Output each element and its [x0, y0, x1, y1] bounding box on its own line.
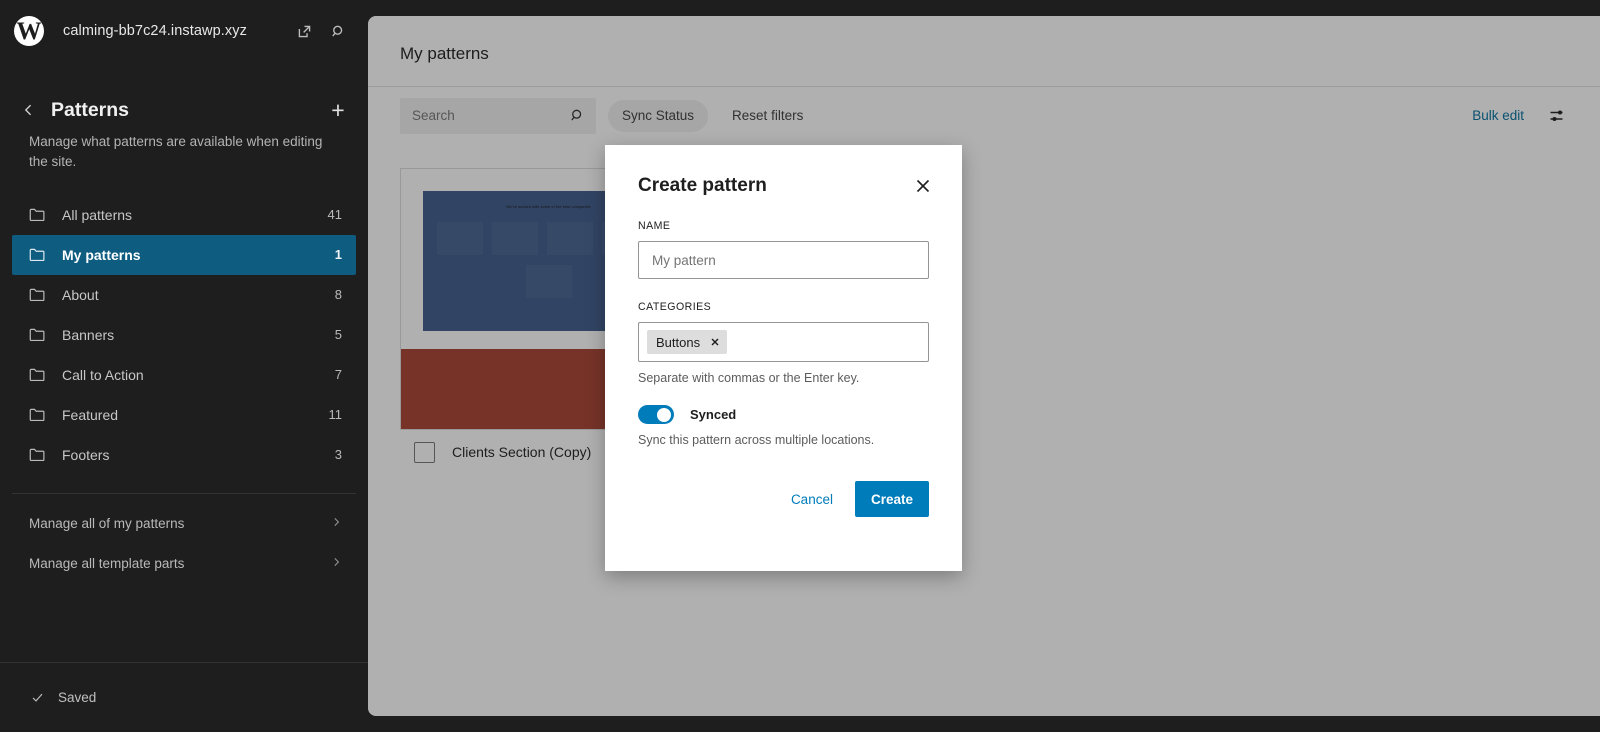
page-title: Patterns: [51, 98, 130, 121]
sidebar-item-count: 5: [334, 327, 342, 342]
back-chevron-icon[interactable]: [14, 95, 44, 125]
dialog-actions: Cancel Create: [605, 447, 962, 517]
sidebar-item-label: Featured: [62, 406, 119, 423]
folder-icon: [29, 367, 46, 382]
sidebar-item-about[interactable]: About 8: [12, 275, 356, 315]
manage-all-my-patterns-link[interactable]: Manage all of my patterns: [12, 504, 356, 544]
saved-label: Saved: [58, 690, 97, 705]
sidebar: W calming-bb7c24.instawp.xyz Patterns + …: [0, 0, 368, 732]
sidebar-item-count: 41: [327, 207, 342, 222]
sidebar-item-featured[interactable]: Featured 11: [12, 395, 356, 435]
pattern-name-input[interactable]: My pattern: [638, 241, 929, 279]
sidebar-item-count: 11: [328, 407, 343, 422]
categories-help-text: Separate with commas or the Enter key.: [638, 371, 860, 385]
sidebar-item-count: 3: [334, 447, 342, 462]
folder-icon: [29, 447, 46, 462]
create-button[interactable]: Create: [854, 481, 929, 517]
panel-title-row: Patterns +: [0, 62, 368, 124]
check-icon: [30, 690, 45, 705]
manage-item-label: Manage all template parts: [29, 556, 185, 571]
pattern-category-list: All patterns 41 My patterns 1 About 8 Ba…: [0, 195, 368, 475]
close-icon[interactable]: [908, 171, 938, 201]
folder-icon: [29, 407, 46, 422]
sidebar-item-footers[interactable]: Footers 3: [12, 435, 356, 475]
manage-all-template-parts-link[interactable]: Manage all template parts: [12, 544, 356, 584]
wordpress-logo-icon: W: [14, 16, 44, 46]
folder-icon: [29, 287, 46, 302]
synced-toggle-label: Synced: [690, 407, 737, 422]
folder-icon: [29, 247, 46, 262]
search-icon[interactable]: [324, 17, 352, 45]
toggle-knob: [657, 407, 671, 422]
remove-category-icon[interactable]: [709, 336, 721, 348]
folder-icon: [29, 327, 46, 342]
categories-field-label: CATEGORIES: [638, 301, 712, 313]
sidebar-item-my-patterns[interactable]: My patterns 1: [12, 234, 356, 275]
external-link-icon[interactable]: [290, 17, 318, 45]
create-pattern-dialog: Create pattern NAME My pattern CATEGORIE…: [605, 145, 962, 571]
sidebar-item-label: My patterns: [62, 246, 141, 263]
synced-help-text: Sync this pattern across multiple locati…: [638, 433, 875, 447]
panel-description: Manage what patterns are available when …: [29, 134, 323, 170]
dialog-title: Create pattern: [638, 175, 767, 196]
site-title: calming-bb7c24.instawp.xyz: [63, 23, 247, 39]
category-token-label: Buttons: [656, 334, 701, 350]
add-pattern-button[interactable]: +: [322, 94, 354, 126]
manage-item-label: Manage all of my patterns: [29, 516, 185, 531]
sidebar-item-all-patterns[interactable]: All patterns 41: [12, 195, 356, 235]
manage-links-list: Manage all of my patterns Manage all tem…: [0, 494, 368, 584]
categories-input[interactable]: Buttons: [638, 322, 929, 362]
folder-icon: [29, 207, 46, 222]
synced-toggle[interactable]: [638, 405, 674, 424]
sidebar-item-count: 1: [334, 247, 342, 262]
synced-toggle-row: Synced: [638, 405, 929, 424]
category-token[interactable]: Buttons: [647, 330, 728, 354]
chevron-right-icon: [330, 556, 342, 571]
sidebar-item-label: Call to Action: [62, 366, 144, 383]
sidebar-item-count: 7: [334, 367, 342, 382]
sidebar-item-label: Footers: [62, 446, 110, 463]
chevron-right-icon: [330, 516, 342, 531]
sidebar-item-label: About: [62, 286, 99, 303]
name-field-label: NAME: [638, 220, 671, 232]
sidebar-item-banners[interactable]: Banners 5: [12, 315, 356, 355]
sidebar-item-label: Banners: [62, 326, 115, 343]
modal-overlay[interactable]: [368, 16, 1600, 716]
save-status-bar[interactable]: Saved: [0, 662, 368, 732]
site-header: W calming-bb7c24.instawp.xyz: [0, 0, 368, 62]
dialog-body: NAME My pattern CATEGORIES Buttons Separ…: [605, 201, 962, 447]
sidebar-item-label: All patterns: [62, 206, 133, 223]
cancel-button[interactable]: Cancel: [779, 481, 845, 517]
sidebar-item-call-to-action[interactable]: Call to Action 7: [12, 355, 356, 395]
sidebar-item-count: 8: [334, 287, 342, 302]
dialog-header: Create pattern: [605, 145, 962, 201]
